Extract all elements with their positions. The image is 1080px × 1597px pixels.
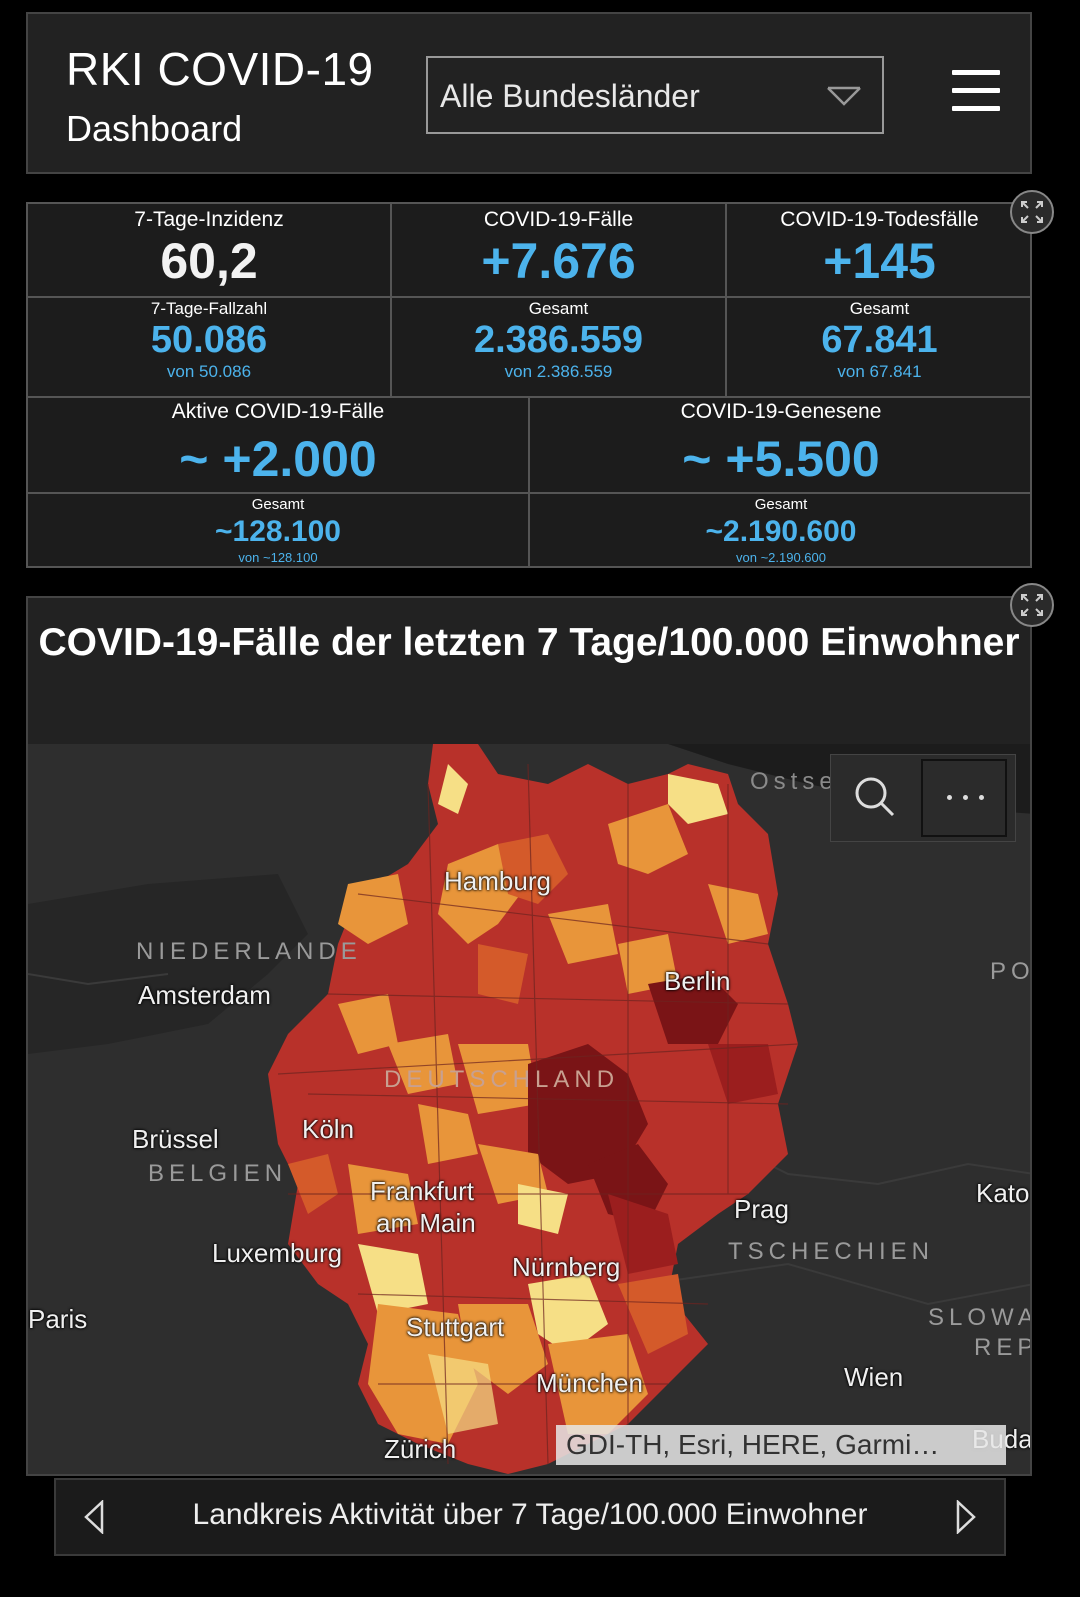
active-label: Aktive COVID-19-Fälle	[171, 400, 385, 423]
map-label-paris: Paris	[28, 1304, 88, 1334]
deaths-total-value: 67.841	[821, 319, 938, 361]
map-panel: COVID-19-Fälle der letzten 7 Tage/100.00…	[26, 596, 1032, 1476]
recovered-label: COVID-19-Genesene	[680, 400, 882, 423]
region-select[interactable]: Alle Bundesländer	[426, 56, 884, 134]
active-total-label: Gesamt	[251, 496, 305, 513]
region-select-value: Alle Bundesländer	[440, 78, 700, 114]
map-label-bruessel: Brüssel	[132, 1124, 219, 1154]
map-label-am-main: am Main	[376, 1208, 476, 1238]
map-label-luxemburg: Luxemburg	[212, 1238, 343, 1268]
chevron-down-icon	[827, 86, 861, 106]
active-total-sub: von ~128.100	[238, 550, 318, 565]
active-value: ~ +2.000	[179, 431, 377, 487]
cases-total-value: 2.386.559	[473, 319, 644, 361]
map-label-po: PO	[990, 958, 1032, 985]
weekly-cases-cell: 7-Tage-Fallzahl 50.086 von 50.086	[28, 300, 390, 382]
expand-icon[interactable]	[1010, 190, 1054, 234]
app-title: RKI COVID-19	[66, 43, 374, 95]
cases-cell: COVID-19-Fälle +7.676	[392, 208, 725, 290]
map-label-frankfurt: Frankfurt	[370, 1176, 475, 1206]
stats-panel: 7-Tage-Inzidenz 60,2 COVID-19-Fälle +7.6…	[26, 202, 1032, 568]
deaths-total-sub: von 67.841	[837, 362, 922, 381]
map-layer-switcher: Landkreis Aktivität über 7 Tage/100.000 …	[54, 1478, 1006, 1556]
map-label-amsterdam: Amsterdam	[138, 980, 271, 1010]
recovered-total-sub: von ~2.190.600	[736, 550, 826, 565]
map-label-hamburg: Hamburg	[444, 866, 551, 896]
recovered-cell: COVID-19-Genesene ~ +5.500	[530, 400, 1032, 488]
active-total-value: ~128.100	[215, 515, 341, 548]
map-label-zuerich: Zürich	[384, 1434, 457, 1464]
map-label-prag: Prag	[734, 1194, 789, 1224]
map-label-berlin: Berlin	[664, 966, 731, 996]
app-header: RKI COVID-19 Dashboard Alle Bundesländer	[26, 12, 1032, 174]
map-label-wien: Wien	[844, 1362, 904, 1392]
cases-total-label: Gesamt	[528, 299, 589, 318]
map-label-stuttgart: Stuttgart	[406, 1312, 505, 1342]
map-label-rep: REP	[974, 1334, 1032, 1361]
cases-total-cell: Gesamt 2.386.559 von 2.386.559	[392, 300, 725, 382]
hamburger-menu-icon[interactable]	[952, 70, 1000, 116]
weekly-cases-label: 7-Tage-Fallzahl	[150, 299, 268, 318]
map-label-muenchen: München	[536, 1368, 643, 1398]
recovered-total-label: Gesamt	[754, 496, 808, 513]
recovered-total-value: ~2.190.600	[705, 515, 857, 548]
map-label-niederlande: NIEDERLANDE	[136, 938, 362, 965]
deaths-label: COVID-19-Todesfälle	[780, 208, 979, 231]
deaths-total-label: Gesamt	[849, 299, 910, 318]
deaths-cell: COVID-19-Todesfälle +145	[727, 208, 1032, 290]
cases-value: +7.676	[481, 233, 636, 289]
chevron-right-icon[interactable]	[954, 1500, 978, 1534]
deaths-value: +145	[823, 233, 936, 289]
map-title: COVID-19-Fälle der letzten 7 Tage/100.00…	[38, 621, 1020, 664]
search-icon[interactable]	[831, 755, 917, 841]
cases-label: COVID-19-Fälle	[483, 208, 634, 231]
map-attribution[interactable]: GDI-TH, Esri, HERE, Garmi…	[556, 1425, 1006, 1465]
recovered-value: ~ +5.500	[682, 431, 880, 487]
app-subtitle: Dashboard	[66, 108, 243, 149]
incidence-value: 60,2	[160, 233, 258, 289]
map-label-tschechien: TSCHECHIEN	[728, 1238, 935, 1265]
map-label-belgien: BELGIEN	[148, 1160, 288, 1187]
map-layer-title: Landkreis Aktivität über 7 Tage/100.000 …	[192, 1498, 868, 1531]
map-label-kato: Kato	[976, 1178, 1030, 1208]
weekly-cases-value: 50.086	[150, 319, 268, 361]
recovered-total-cell: Gesamt ~2.190.600 von ~2.190.600	[530, 496, 1032, 566]
incidence-cell: 7-Tage-Inzidenz 60,2	[28, 208, 390, 290]
weekly-cases-sub: von 50.086	[166, 362, 252, 381]
map-label-slowa: SLOWA	[928, 1304, 1032, 1331]
map-label-koeln: Köln	[302, 1114, 355, 1144]
cases-total-sub: von 2.386.559	[504, 362, 613, 381]
map-label-ostsee: Ostse	[750, 768, 838, 795]
map-label-nuernberg: Nürnberg	[512, 1252, 621, 1282]
map-toolbar	[830, 754, 1016, 842]
more-options-icon[interactable]	[921, 759, 1007, 837]
map-expand-icon[interactable]	[1010, 583, 1054, 627]
active-total-cell: Gesamt ~128.100 von ~128.100	[28, 496, 528, 566]
deaths-total-cell: Gesamt 67.841 von 67.841	[727, 300, 1032, 382]
map-label-deutschland: DEUTSCHLAND	[384, 1066, 620, 1093]
active-cell: Aktive COVID-19-Fälle ~ +2.000	[28, 400, 528, 488]
incidence-label: 7-Tage-Inzidenz	[134, 208, 284, 231]
